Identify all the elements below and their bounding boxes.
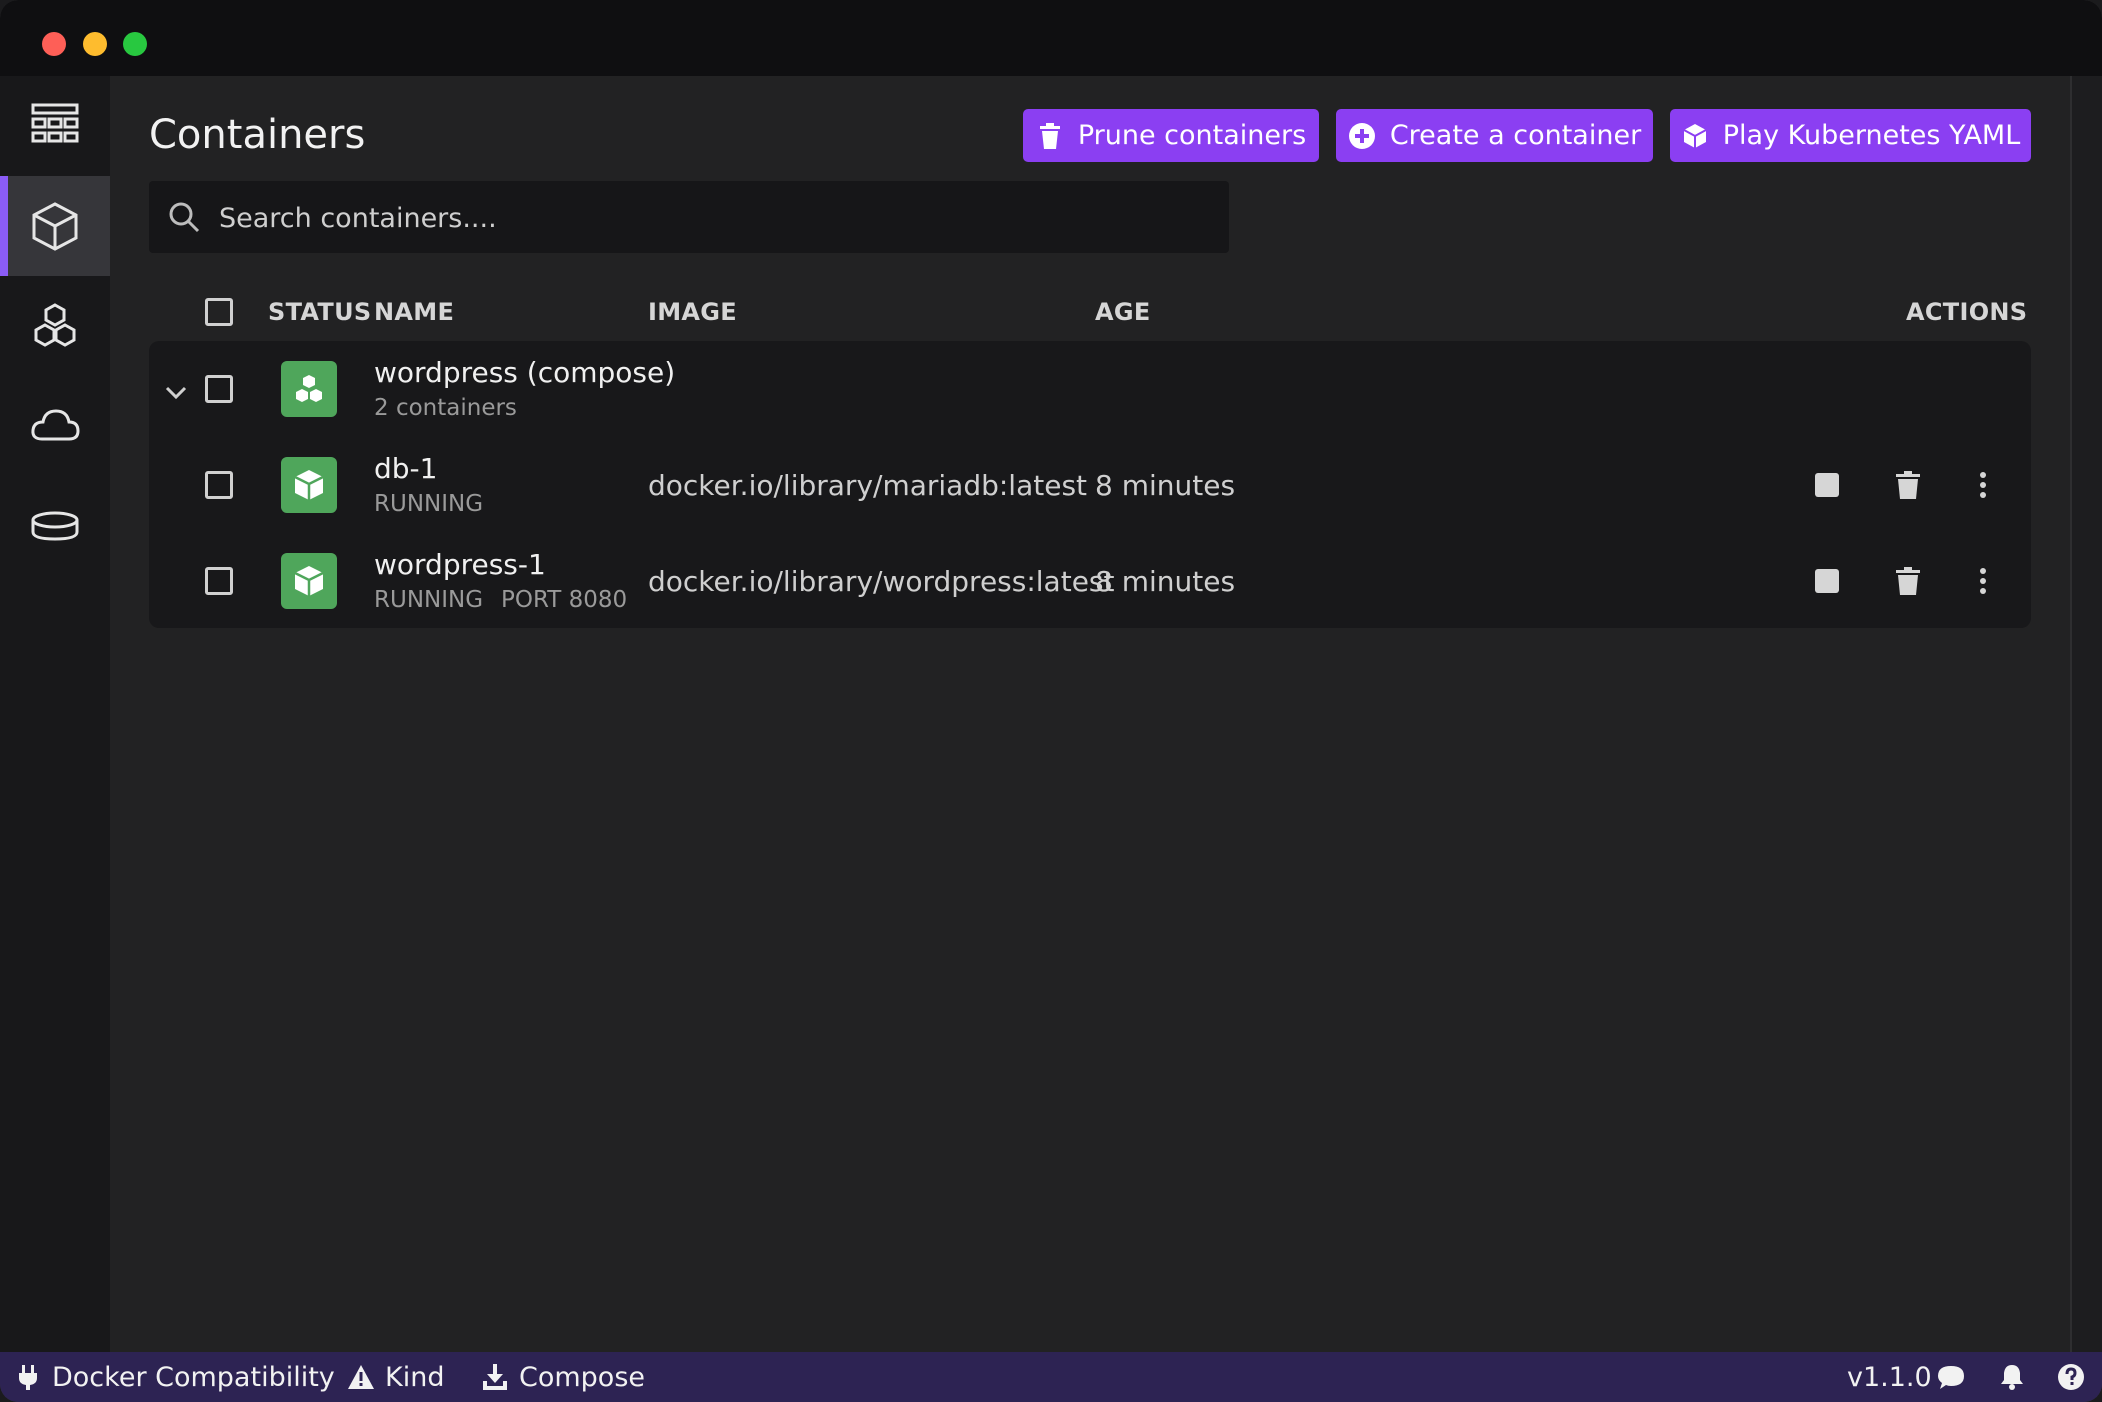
compose-cubes-icon [296,375,322,402]
more-actions-button[interactable] [1963,465,2003,505]
trash-icon [1039,122,1060,149]
container-cube-icon [294,566,324,596]
container-cube-icon [32,202,78,251]
volume-disk-icon [31,511,79,541]
row-checkbox[interactable] [205,471,233,499]
dashboard-icon [31,103,79,143]
feedback-button[interactable] [1937,1352,1965,1402]
version-label: v1.1.0 [1847,1361,1932,1393]
container-age: 8 minutes [1095,565,1236,598]
stop-container-button[interactable] [1807,561,1847,601]
search-input[interactable] [217,181,1211,255]
container-name[interactable]: db-1 [374,452,437,485]
vertical-scrollbar[interactable] [2070,76,2102,1352]
column-header-status[interactable]: STATUS [268,298,371,326]
app-window: Containers Prune containers Create a con… [0,0,2102,1402]
container-image: docker.io/library/mariadb:latest [648,469,1088,502]
plug-icon [19,1365,37,1390]
container-status-icon [281,553,337,609]
pods-cubes-icon [34,303,76,347]
container-name[interactable]: wordpress-1 [374,548,546,581]
prune-containers-label: Prune containers [1077,120,1307,151]
sidebar [0,76,110,1402]
help-button[interactable] [2057,1352,2085,1402]
delete-container-button[interactable] [1888,465,1928,505]
column-header-name[interactable]: NAME [374,298,454,326]
container-state: RUNNING [374,587,484,613]
kind-label: Kind [385,1361,445,1393]
close-window-button[interactable] [42,32,66,56]
play-kubernetes-yaml-button[interactable]: Play Kubernetes YAML [1670,109,2031,162]
column-header-actions: ACTIONS [1906,298,2028,326]
sidebar-item-volumes[interactable] [0,476,110,576]
notifications-button[interactable] [1998,1352,2026,1402]
kebab-menu-icon [1980,472,1986,498]
kind-item[interactable]: Kind [347,1352,444,1402]
kubernetes-cube-icon [1683,123,1707,148]
stop-icon [1815,569,1839,593]
sidebar-item-images[interactable] [0,376,110,476]
chat-bubble-icon [1938,1366,1964,1389]
search-icon [169,202,200,233]
maximize-window-button[interactable] [123,32,147,56]
column-header-image[interactable]: IMAGE [648,298,737,326]
container-age: 8 minutes [1095,469,1236,502]
cloud-icon [31,409,80,441]
column-header-age[interactable]: AGE [1095,298,1151,326]
title-bar [0,0,2102,76]
group-status-icon [281,361,337,417]
container-port-link[interactable]: PORT 8080 [501,587,627,613]
prune-containers-button[interactable]: Prune containers [1023,109,1319,162]
kebab-menu-icon [1980,568,1986,594]
create-container-button[interactable]: Create a container [1336,109,1653,162]
row-checkbox[interactable] [205,567,233,595]
docker-compatibility-item[interactable]: Docker Compatibility [14,1352,335,1402]
sidebar-item-containers[interactable] [0,176,110,276]
stop-container-button[interactable] [1807,465,1847,505]
group-name[interactable]: wordpress (compose) [374,356,675,389]
more-actions-button[interactable] [1963,561,2003,601]
help-icon [2058,1364,2084,1390]
group-subtitle: 2 containers [374,395,517,421]
bell-icon [2001,1365,2023,1390]
warning-triangle-icon [348,1365,374,1389]
delete-container-button[interactable] [1888,561,1928,601]
container-cube-icon [294,470,324,500]
chevron-down-icon [165,386,187,400]
group-checkbox[interactable] [205,375,233,403]
container-status-icon [281,457,337,513]
stop-icon [1815,473,1839,497]
minimize-window-button[interactable] [83,32,107,56]
select-all-checkbox[interactable] [205,298,233,326]
container-image: docker.io/library/wordpress:latest [648,565,1115,598]
compose-item[interactable]: Compose [481,1352,645,1402]
compose-label: Compose [519,1361,646,1393]
create-container-label: Create a container [1389,120,1642,151]
sidebar-item-dashboard[interactable] [0,76,110,176]
page-title: Containers [149,112,366,158]
trash-icon [1896,567,1920,595]
group-expand-toggle[interactable] [164,380,188,404]
plus-circle-icon [1348,122,1375,149]
docker-compatibility-label: Docker Compatibility [52,1361,335,1393]
trash-icon [1896,471,1920,499]
download-icon [483,1364,507,1390]
play-kubernetes-yaml-label: Play Kubernetes YAML [1722,120,2021,151]
sidebar-item-pods[interactable] [0,276,110,376]
search-bar [149,181,1229,255]
container-state: RUNNING [374,491,484,517]
status-bar: Docker Compatibility Kind Compose v1.1.0 [0,1352,2102,1402]
